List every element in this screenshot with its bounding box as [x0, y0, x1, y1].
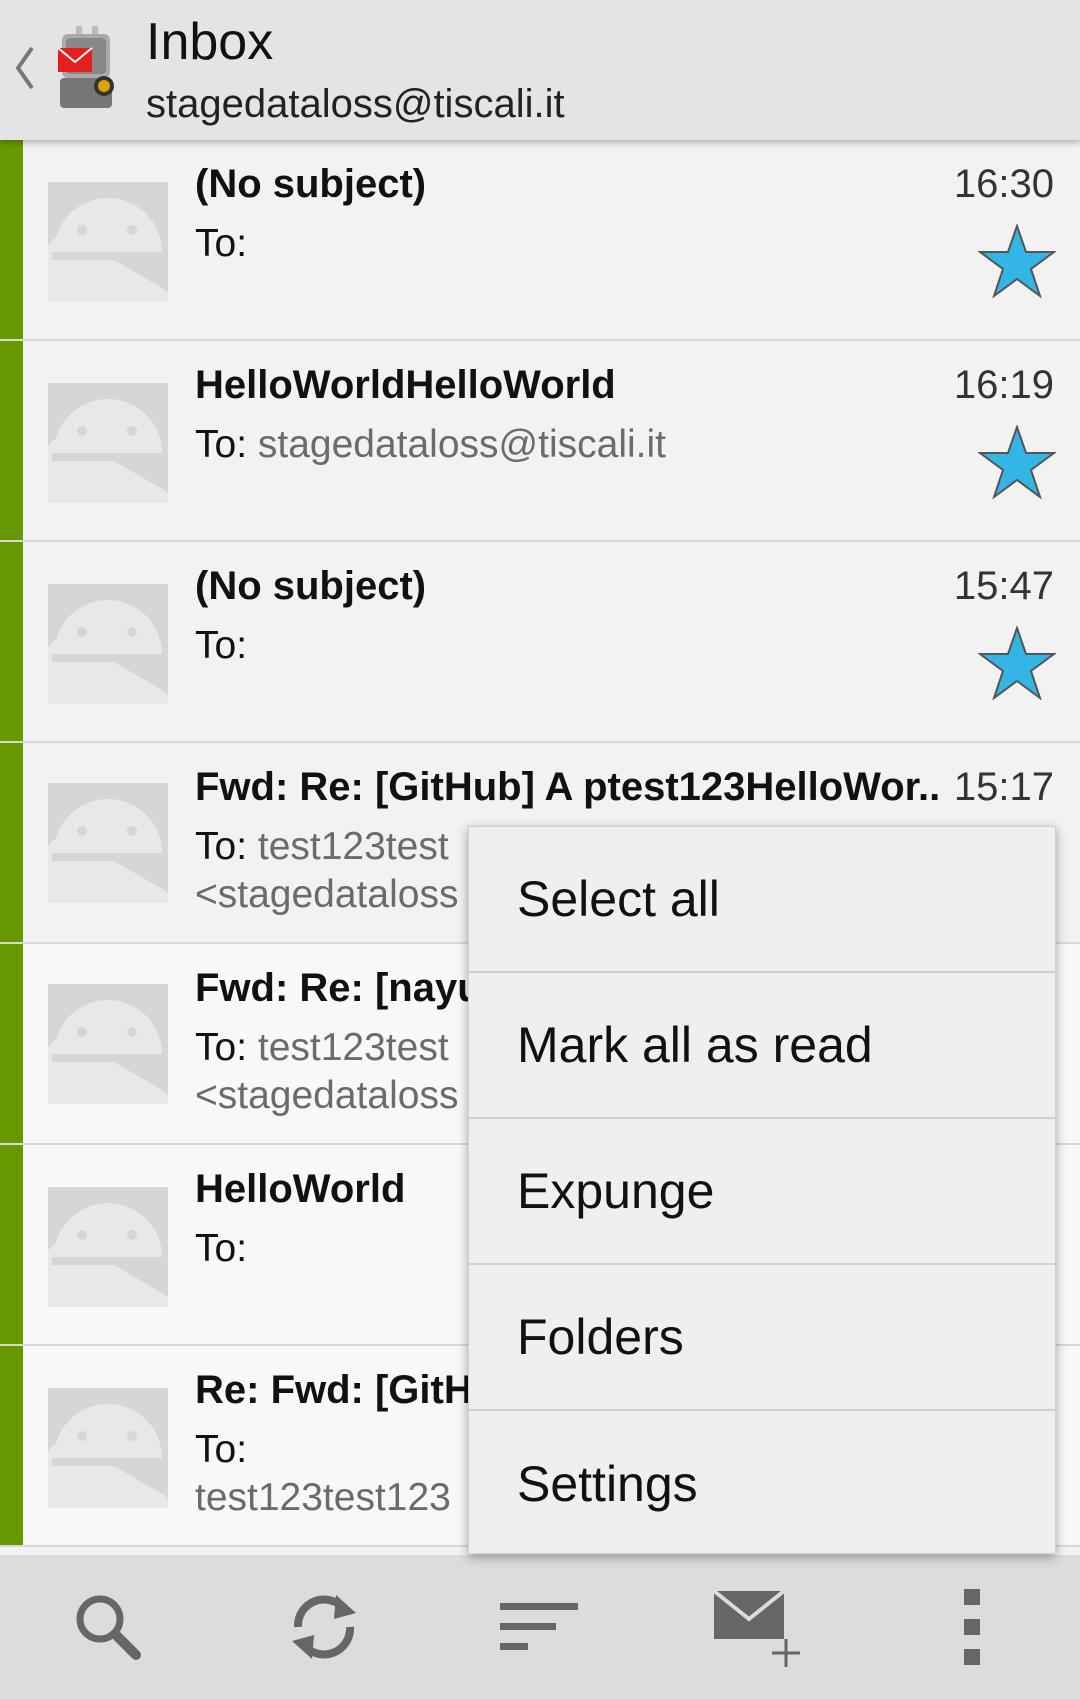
menu-item-expunge[interactable]: Expunge	[469, 1119, 1055, 1265]
unread-indicator	[0, 1346, 23, 1545]
message-time: 16:30	[953, 162, 1054, 206]
unread-indicator	[0, 542, 23, 741]
message-row[interactable]: (No subject) To: 15:47	[0, 542, 1080, 743]
unread-indicator	[0, 341, 23, 540]
menu-item-folders[interactable]: Folders	[469, 1265, 1055, 1411]
overflow-button[interactable]	[864, 1555, 1080, 1699]
sort-button[interactable]	[432, 1555, 648, 1699]
contact-avatar-icon[interactable]	[48, 584, 168, 704]
action-bar: Inbox stagedataloss@tiscali.it	[0, 0, 1080, 140]
message-row[interactable]: (No subject) To: 16:30	[0, 140, 1080, 341]
to-label: To:	[195, 1026, 248, 1069]
to-label: To:	[195, 1428, 248, 1471]
unread-indicator	[0, 1145, 23, 1344]
page-title: Inbox	[146, 13, 274, 71]
message-recipient: To:	[195, 220, 945, 268]
compose-button[interactable]	[648, 1555, 864, 1699]
to-label: To:	[195, 423, 248, 466]
recipient-address: stagedataloss@tiscali.it	[257, 423, 666, 466]
star-icon[interactable]	[978, 626, 1056, 700]
recipient-address-line2: <stagedataloss	[195, 873, 459, 916]
message-recipient: To:	[195, 622, 945, 670]
refresh-icon	[292, 1595, 356, 1659]
message-subject: (No subject)	[195, 162, 427, 206]
refresh-button[interactable]	[216, 1555, 432, 1699]
message-subject: Re: Fwd: [GitHu	[195, 1368, 498, 1412]
message-time: 15:17	[953, 765, 1054, 809]
unread-indicator	[0, 743, 23, 942]
message-time: 16:19	[953, 363, 1054, 407]
to-label: To:	[195, 222, 248, 265]
menu-item-settings[interactable]: Settings	[469, 1411, 1055, 1557]
star-icon[interactable]	[978, 425, 1056, 499]
chevron-left-icon[interactable]	[10, 40, 38, 96]
message-subject: Fwd: Re: [GitHub] A ptest123HelloWor..	[195, 765, 941, 809]
overflow-menu: Select all Mark all as read Expunge Fold…	[468, 826, 1056, 1554]
message-subject: (No subject)	[195, 564, 427, 608]
k9-mail-robot-icon[interactable]	[46, 24, 124, 116]
recipient-address-line2: test123test123	[195, 1476, 451, 1519]
search-icon	[76, 1595, 141, 1660]
to-label: To:	[195, 1227, 248, 1270]
recipient-address-line2: <stagedataloss	[195, 1074, 459, 1117]
contact-avatar-icon[interactable]	[48, 783, 168, 903]
message-subject: HelloWorldHelloWorld	[195, 363, 616, 407]
menu-item-select-all[interactable]: Select all	[469, 827, 1055, 973]
contact-avatar-icon[interactable]	[48, 1388, 168, 1508]
message-subject: Fwd: Re: [nayu	[195, 966, 482, 1010]
to-label: To:	[195, 825, 248, 868]
message-row[interactable]: HelloWorldHelloWorld To: stagedataloss@t…	[0, 341, 1080, 542]
sort-icon	[500, 1603, 578, 1650]
bottom-toolbar	[0, 1555, 1080, 1699]
unread-indicator	[0, 944, 23, 1143]
compose-icon	[712, 1589, 800, 1667]
account-email: stagedataloss@tiscali.it	[146, 82, 565, 126]
star-icon[interactable]	[978, 224, 1056, 298]
recipient-address: test123test	[257, 1026, 449, 1069]
to-label: To:	[195, 624, 248, 667]
contact-avatar-icon[interactable]	[48, 984, 168, 1104]
contact-avatar-icon[interactable]	[48, 182, 168, 302]
menu-item-mark-all-as-read[interactable]: Mark all as read	[469, 973, 1055, 1119]
message-recipient: To: stagedataloss@tiscali.it	[195, 421, 945, 469]
contact-avatar-icon[interactable]	[48, 1187, 168, 1307]
recipient-address: test123test	[257, 825, 449, 868]
message-time: 15:47	[953, 564, 1054, 608]
unread-indicator	[0, 140, 23, 339]
message-subject: HelloWorld	[195, 1167, 406, 1211]
contact-avatar-icon[interactable]	[48, 383, 168, 503]
search-button[interactable]	[0, 1555, 216, 1699]
overflow-icon	[964, 1589, 980, 1665]
